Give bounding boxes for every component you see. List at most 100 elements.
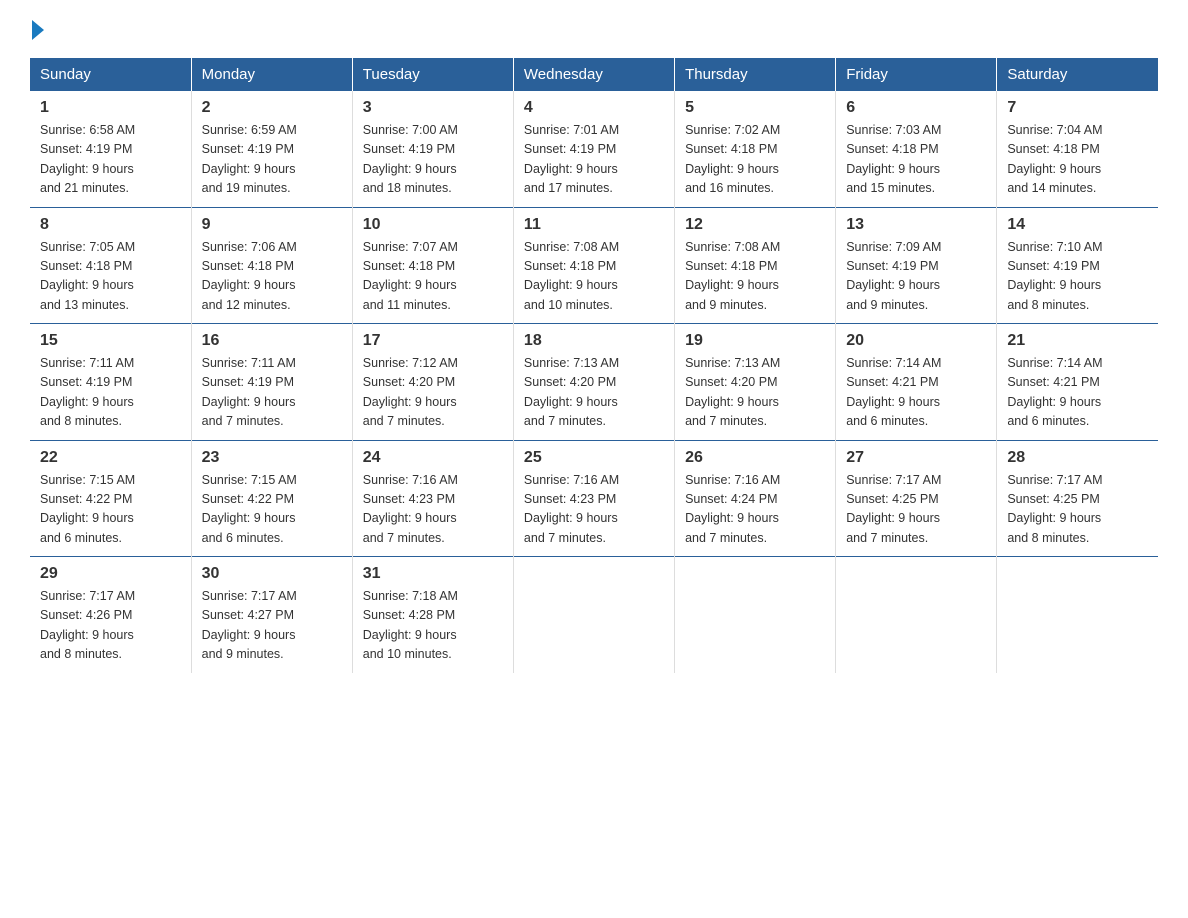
day-number: 3 <box>363 99 503 117</box>
calendar-cell: 5 Sunrise: 7:02 AMSunset: 4:18 PMDaylight… <box>675 91 836 207</box>
days-row: SundayMondayTuesdayWednesdayThursdayFrid… <box>30 58 1158 91</box>
calendar-cell: 25 Sunrise: 7:16 AMSunset: 4:23 PMDayligh… <box>513 440 674 557</box>
day-info: Sunrise: 7:00 AMSunset: 4:19 PMDaylight:… <box>363 121 503 199</box>
day-info: Sunrise: 7:01 AMSunset: 4:19 PMDaylight:… <box>524 121 664 199</box>
calendar-cell <box>997 557 1158 673</box>
day-number: 9 <box>202 216 342 234</box>
calendar-body: 1 Sunrise: 6:58 AMSunset: 4:19 PMDaylight… <box>30 91 1158 673</box>
day-number: 19 <box>685 332 825 350</box>
day-header-tuesday: Tuesday <box>352 58 513 91</box>
day-header-sunday: Sunday <box>30 58 191 91</box>
day-info: Sunrise: 7:16 AMSunset: 4:24 PMDaylight:… <box>685 471 825 549</box>
day-header-friday: Friday <box>836 58 997 91</box>
calendar-cell: 21Sunrise: 7:14 AMSunset: 4:21 PMDayligh… <box>997 324 1158 441</box>
day-number: 12 <box>685 216 825 234</box>
day-info: Sunrise: 7:18 AMSunset: 4:28 PMDaylight:… <box>363 587 503 665</box>
day-header-monday: Monday <box>191 58 352 91</box>
day-info: Sunrise: 7:11 AMSunset: 4:19 PMDaylight:… <box>40 354 181 432</box>
calendar-cell: 16Sunrise: 7:11 AMSunset: 4:19 PMDayligh… <box>191 324 352 441</box>
calendar-cell: 12 Sunrise: 7:08 AMSunset: 4:18 PMDayligh… <box>675 207 836 324</box>
calendar-cell: 3 Sunrise: 7:00 AMSunset: 4:19 PMDaylight… <box>352 91 513 207</box>
calendar-cell: 23 Sunrise: 7:15 AMSunset: 4:22 PMDayligh… <box>191 440 352 557</box>
day-number: 22 <box>40 449 181 467</box>
day-number: 30 <box>202 565 342 583</box>
day-info: Sunrise: 7:17 AMSunset: 4:26 PMDaylight:… <box>40 587 181 665</box>
calendar-cell <box>513 557 674 673</box>
day-info: Sunrise: 6:58 AMSunset: 4:19 PMDaylight:… <box>40 121 181 199</box>
day-number: 15 <box>40 332 181 350</box>
day-header-wednesday: Wednesday <box>513 58 674 91</box>
day-info: Sunrise: 7:05 AMSunset: 4:18 PMDaylight:… <box>40 238 181 316</box>
day-number: 17 <box>363 332 503 350</box>
week-row-5: 29 Sunrise: 7:17 AMSunset: 4:26 PMDayligh… <box>30 557 1158 673</box>
day-info: Sunrise: 7:02 AMSunset: 4:18 PMDaylight:… <box>685 121 825 199</box>
day-number: 24 <box>363 449 503 467</box>
day-number: 18 <box>524 332 664 350</box>
day-number: 7 <box>1007 99 1148 117</box>
calendar-cell: 30Sunrise: 7:17 AMSunset: 4:27 PMDayligh… <box>191 557 352 673</box>
day-number: 20 <box>846 332 986 350</box>
day-info: Sunrise: 7:12 AMSunset: 4:20 PMDaylight:… <box>363 354 503 432</box>
day-info: Sunrise: 7:13 AMSunset: 4:20 PMDaylight:… <box>524 354 664 432</box>
day-info: Sunrise: 7:17 AMSunset: 4:25 PMDaylight:… <box>1007 471 1148 549</box>
day-number: 11 <box>524 216 664 234</box>
calendar-cell: 8Sunrise: 7:05 AMSunset: 4:18 PMDaylight… <box>30 207 191 324</box>
logo <box>30 20 44 40</box>
day-info: Sunrise: 7:10 AMSunset: 4:19 PMDaylight:… <box>1007 238 1148 316</box>
calendar-cell: 18 Sunrise: 7:13 AMSunset: 4:20 PMDayligh… <box>513 324 674 441</box>
day-info: Sunrise: 7:08 AMSunset: 4:18 PMDaylight:… <box>524 238 664 316</box>
day-info: Sunrise: 7:09 AMSunset: 4:19 PMDaylight:… <box>846 238 986 316</box>
calendar-cell: 19 Sunrise: 7:13 AMSunset: 4:20 PMDayligh… <box>675 324 836 441</box>
day-number: 31 <box>363 565 503 583</box>
day-number: 29 <box>40 565 181 583</box>
calendar-header: SundayMondayTuesdayWednesdayThursdayFrid… <box>30 58 1158 91</box>
calendar-cell: 9 Sunrise: 7:06 AMSunset: 4:18 PMDaylight… <box>191 207 352 324</box>
day-number: 26 <box>685 449 825 467</box>
day-number: 16 <box>202 332 342 350</box>
calendar-cell: 15 Sunrise: 7:11 AMSunset: 4:19 PMDayligh… <box>30 324 191 441</box>
day-number: 23 <box>202 449 342 467</box>
calendar-cell <box>836 557 997 673</box>
day-info: Sunrise: 7:16 AMSunset: 4:23 PMDaylight:… <box>524 471 664 549</box>
day-number: 14 <box>1007 216 1148 234</box>
day-info: Sunrise: 7:14 AMSunset: 4:21 PMDaylight:… <box>1007 354 1148 432</box>
day-info: Sunrise: 7:06 AMSunset: 4:18 PMDaylight:… <box>202 238 342 316</box>
day-number: 6 <box>846 99 986 117</box>
calendar-cell: 11 Sunrise: 7:08 AMSunset: 4:18 PMDayligh… <box>513 207 674 324</box>
day-info: Sunrise: 7:13 AMSunset: 4:20 PMDaylight:… <box>685 354 825 432</box>
day-number: 5 <box>685 99 825 117</box>
calendar-table: SundayMondayTuesdayWednesdayThursdayFrid… <box>30 58 1158 673</box>
calendar-cell: 6 Sunrise: 7:03 AMSunset: 4:18 PMDaylight… <box>836 91 997 207</box>
day-number: 1 <box>40 99 181 117</box>
week-row-2: 8Sunrise: 7:05 AMSunset: 4:18 PMDaylight… <box>30 207 1158 324</box>
day-number: 25 <box>524 449 664 467</box>
day-number: 27 <box>846 449 986 467</box>
day-number: 28 <box>1007 449 1148 467</box>
day-info: Sunrise: 7:14 AMSunset: 4:21 PMDaylight:… <box>846 354 986 432</box>
calendar-cell: 20 Sunrise: 7:14 AMSunset: 4:21 PMDayligh… <box>836 324 997 441</box>
calendar-cell: 1 Sunrise: 6:58 AMSunset: 4:19 PMDaylight… <box>30 91 191 207</box>
calendar-cell: 27 Sunrise: 7:17 AMSunset: 4:25 PMDayligh… <box>836 440 997 557</box>
day-number: 13 <box>846 216 986 234</box>
day-number: 2 <box>202 99 342 117</box>
calendar-cell: 10 Sunrise: 7:07 AMSunset: 4:18 PMDayligh… <box>352 207 513 324</box>
day-info: Sunrise: 7:15 AMSunset: 4:22 PMDaylight:… <box>202 471 342 549</box>
day-info: Sunrise: 7:07 AMSunset: 4:18 PMDaylight:… <box>363 238 503 316</box>
day-info: Sunrise: 7:03 AMSunset: 4:18 PMDaylight:… <box>846 121 986 199</box>
calendar-cell: 26 Sunrise: 7:16 AMSunset: 4:24 PMDayligh… <box>675 440 836 557</box>
calendar-cell: 29 Sunrise: 7:17 AMSunset: 4:26 PMDayligh… <box>30 557 191 673</box>
calendar-cell: 31 Sunrise: 7:18 AMSunset: 4:28 PMDayligh… <box>352 557 513 673</box>
calendar-cell: 2 Sunrise: 6:59 AMSunset: 4:19 PMDaylight… <box>191 91 352 207</box>
calendar-cell: 24Sunrise: 7:16 AMSunset: 4:23 PMDayligh… <box>352 440 513 557</box>
calendar-cell: 28 Sunrise: 7:17 AMSunset: 4:25 PMDayligh… <box>997 440 1158 557</box>
calendar-cell: 22 Sunrise: 7:15 AMSunset: 4:22 PMDayligh… <box>30 440 191 557</box>
day-number: 4 <box>524 99 664 117</box>
week-row-3: 15 Sunrise: 7:11 AMSunset: 4:19 PMDayligh… <box>30 324 1158 441</box>
day-info: Sunrise: 6:59 AMSunset: 4:19 PMDaylight:… <box>202 121 342 199</box>
calendar-cell: 4 Sunrise: 7:01 AMSunset: 4:19 PMDaylight… <box>513 91 674 207</box>
day-info: Sunrise: 7:17 AMSunset: 4:25 PMDaylight:… <box>846 471 986 549</box>
day-info: Sunrise: 7:08 AMSunset: 4:18 PMDaylight:… <box>685 238 825 316</box>
calendar-cell: 13 Sunrise: 7:09 AMSunset: 4:19 PMDayligh… <box>836 207 997 324</box>
day-info: Sunrise: 7:15 AMSunset: 4:22 PMDaylight:… <box>40 471 181 549</box>
day-number: 10 <box>363 216 503 234</box>
